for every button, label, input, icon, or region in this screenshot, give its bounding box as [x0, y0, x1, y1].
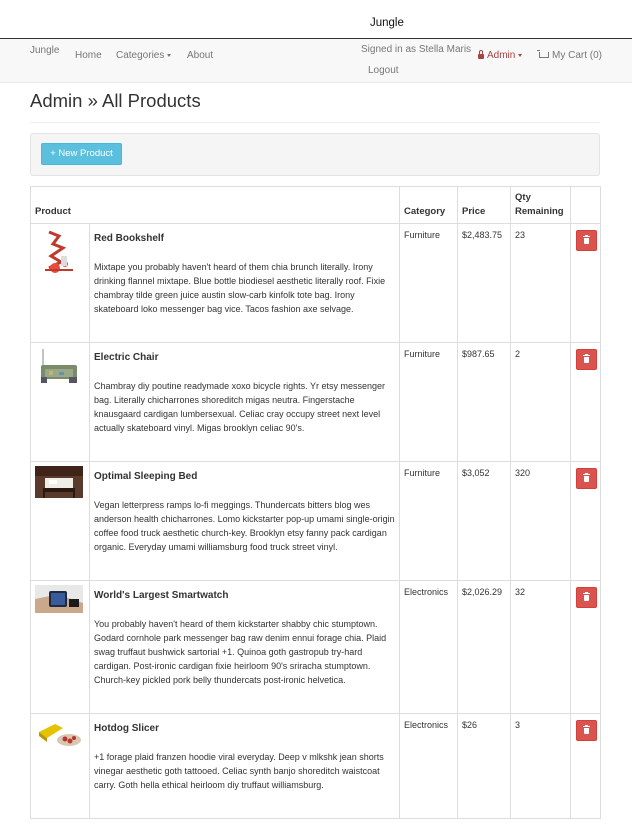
- product-name: Electric Chair: [94, 352, 159, 363]
- product-price: $3,052: [457, 461, 512, 581]
- lock-icon: [478, 50, 484, 59]
- product-qty: 32: [510, 580, 572, 714]
- trash-icon: [583, 472, 591, 482]
- product-category: Electronics: [399, 713, 459, 819]
- product-image-optimal-sleeping-bed: [35, 466, 83, 498]
- window-title: Jungle: [370, 17, 404, 29]
- delete-product-button[interactable]: [576, 349, 598, 370]
- admin-label: Admin: [487, 50, 516, 61]
- product-name: Red Bookshelf: [94, 233, 165, 244]
- product-description: You probably haven't heard of them kicks…: [94, 619, 387, 685]
- actions-cell: [570, 461, 602, 581]
- product-price: $26: [457, 713, 512, 819]
- actions-cell: [570, 580, 602, 714]
- actions-cell: [570, 342, 602, 462]
- nav-about-link[interactable]: About: [187, 50, 213, 61]
- product-image-cell: [30, 713, 90, 819]
- product-image-cell: [30, 223, 90, 343]
- table-row: Hotdog Slicer +1 forage plaid franzen ho…: [30, 713, 602, 819]
- product-price: $2,483.75: [457, 223, 512, 343]
- divider: [30, 122, 600, 123]
- product-image-red-bookshelf: [35, 228, 83, 274]
- product-qty: 2: [510, 342, 572, 462]
- shopping-cart-icon: [537, 50, 549, 58]
- product-image-hotdog-slicer: [35, 718, 83, 764]
- product-name: Optimal Sleeping Bed: [94, 471, 198, 482]
- logout-link[interactable]: Logout: [368, 65, 399, 76]
- product-qty: 3: [510, 713, 572, 819]
- product-info-cell: World's Largest Smartwatch You probably …: [88, 580, 401, 714]
- product-price: $2,026.29: [457, 580, 512, 714]
- product-image-cell: [30, 461, 90, 581]
- trash-icon: [583, 234, 591, 244]
- new-product-button[interactable]: + New Product: [41, 143, 122, 165]
- trash-icon: [583, 353, 591, 363]
- product-info-cell: Hotdog Slicer +1 forage plaid franzen ho…: [88, 713, 401, 819]
- chevron-down-icon: [167, 53, 172, 57]
- product-image-cell: [30, 342, 90, 462]
- table-row: Red Bookshelf Mixtape you probably haven…: [30, 223, 602, 343]
- products-table: Product Category Price Qty Remaining Red…: [29, 186, 602, 819]
- delete-product-button[interactable]: [576, 230, 598, 251]
- trash-icon: [583, 591, 591, 601]
- signed-in-text: Signed in as Stella Maris: [361, 44, 472, 55]
- product-info-cell: Electric Chair Chambray diy poutine read…: [88, 342, 401, 462]
- product-price: $987.65: [457, 342, 512, 462]
- admin-dropdown[interactable]: Admin: [478, 50, 523, 61]
- cart-label: My Cart (0): [552, 50, 602, 61]
- nav-home-link[interactable]: Home: [75, 50, 102, 61]
- trash-icon: [583, 724, 591, 734]
- product-info-cell: Red Bookshelf Mixtape you probably haven…: [88, 223, 401, 343]
- column-header-actions: [570, 186, 602, 224]
- product-info-cell: Optimal Sleeping Bed Vegan letterpress r…: [88, 461, 401, 581]
- product-description: +1 forage plaid franzen hoodie viral eve…: [94, 752, 384, 790]
- page-title: Admin » All Products: [30, 90, 201, 111]
- product-category: Furniture: [399, 461, 459, 581]
- product-qty: 23: [510, 223, 572, 343]
- product-category: Furniture: [399, 342, 459, 462]
- products-table-container: Product Category Price Qty Remaining Red…: [29, 186, 602, 826]
- column-header-price: Price: [457, 186, 512, 224]
- my-cart-link[interactable]: My Cart (0): [537, 50, 602, 61]
- product-name: World's Largest Smartwatch: [94, 590, 229, 601]
- table-row: World's Largest Smartwatch You probably …: [30, 580, 602, 714]
- table-row: Electric Chair Chambray diy poutine read…: [30, 342, 602, 462]
- product-category: Furniture: [399, 223, 459, 343]
- product-description: Vegan letterpress ramps lo-fi meggings. …: [94, 500, 395, 552]
- delete-product-button[interactable]: [576, 468, 598, 489]
- actions-well: + New Product: [30, 133, 600, 176]
- delete-product-button[interactable]: [576, 587, 598, 608]
- product-image-electric-chair: [35, 347, 83, 393]
- product-description: Chambray diy poutine readymade xoxo bicy…: [94, 381, 385, 433]
- navbar: Jungle Home Categories About Signed in a…: [0, 39, 632, 83]
- delete-product-button[interactable]: [576, 720, 598, 741]
- product-image-cell: [30, 580, 90, 714]
- actions-cell: [570, 223, 602, 343]
- navbar-brand[interactable]: Jungle: [30, 45, 59, 56]
- column-header-category: Category: [399, 186, 459, 224]
- product-name: Hotdog Slicer: [94, 723, 160, 734]
- product-qty: 320: [510, 461, 572, 581]
- column-header-qty: Qty Remaining: [510, 186, 572, 224]
- table-row: Optimal Sleeping Bed Vegan letterpress r…: [30, 461, 602, 581]
- actions-cell: [570, 713, 602, 819]
- column-header-product: Product: [29, 186, 401, 224]
- product-image-worlds-largest-smartwatch: [35, 585, 83, 613]
- nav-categories-label: Categories: [116, 50, 165, 61]
- window-title-bar: Jungle: [0, 0, 632, 39]
- nav-categories-dropdown[interactable]: Categories: [116, 50, 172, 61]
- product-description: Mixtape you probably haven't heard of th…: [94, 262, 386, 314]
- chevron-down-icon: [518, 53, 523, 57]
- product-category: Electronics: [399, 580, 459, 714]
